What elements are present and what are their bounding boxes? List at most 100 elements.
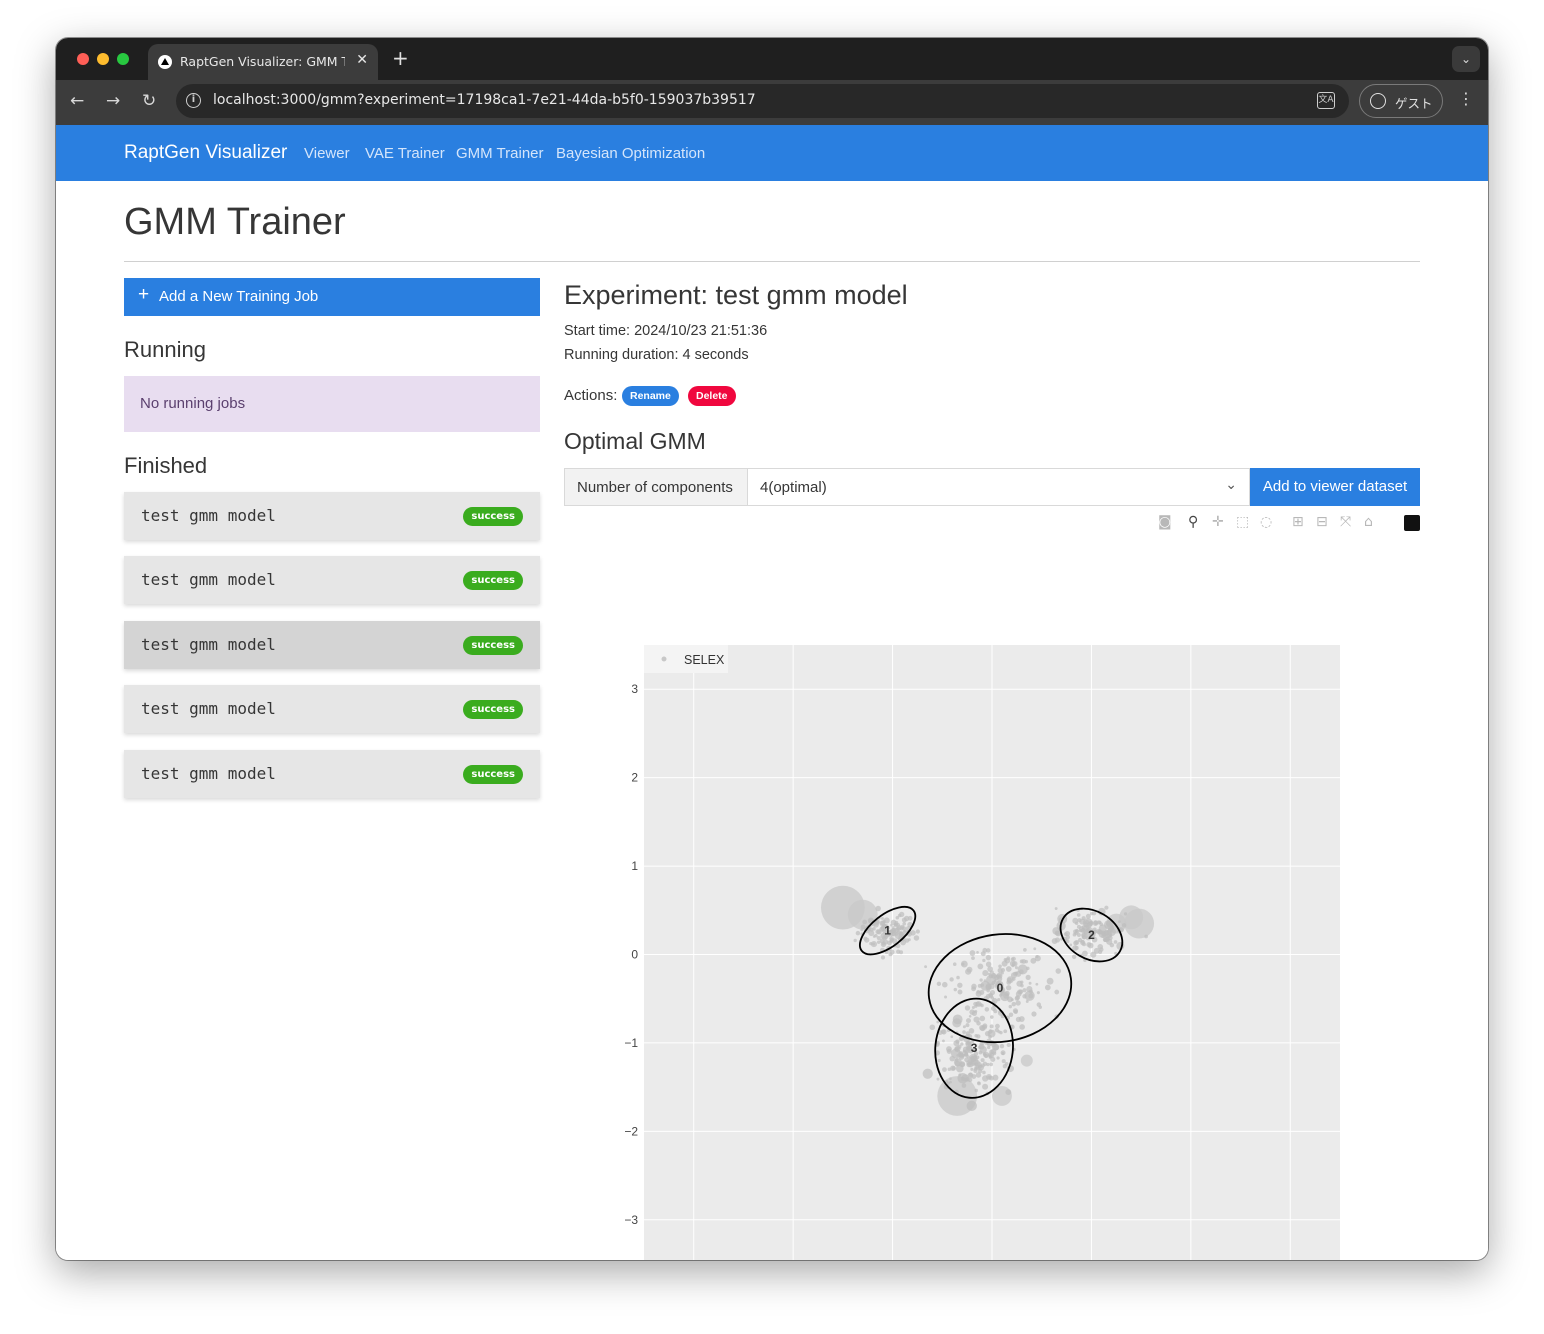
address-bar[interactable]: i localhost:3000/gmm?experiment=17198ca1… bbox=[176, 84, 1349, 118]
brand-link[interactable]: RaptGen Visualizer bbox=[124, 142, 287, 164]
data-point bbox=[1085, 913, 1091, 919]
zoom-icon[interactable]: ⚲ bbox=[1188, 514, 1198, 530]
data-point bbox=[1098, 950, 1103, 955]
data-point bbox=[1081, 950, 1088, 957]
job-item[interactable]: test gmm model success bbox=[124, 556, 540, 604]
data-point bbox=[948, 1077, 952, 1081]
no-running-jobs-notice: No running jobs bbox=[124, 376, 540, 432]
back-icon[interactable]: ← bbox=[70, 91, 84, 111]
data-point bbox=[1089, 911, 1094, 916]
legend-marker bbox=[661, 656, 667, 662]
tab-close-icon[interactable]: ✕ bbox=[356, 52, 368, 68]
data-point bbox=[961, 1083, 967, 1088]
translate-icon[interactable]: 文A bbox=[1317, 92, 1335, 109]
data-point bbox=[1031, 1011, 1037, 1017]
data-point bbox=[976, 950, 979, 954]
divider bbox=[124, 261, 1420, 262]
rename-button[interactable]: Rename bbox=[622, 386, 679, 406]
job-item[interactable]: test gmm model success bbox=[124, 750, 540, 798]
pan-icon[interactable]: ✛ bbox=[1212, 514, 1224, 530]
data-point bbox=[990, 1015, 994, 1019]
browser-toolbar: ← → ↻ i localhost:3000/gmm?experiment=17… bbox=[56, 80, 1488, 125]
data-point bbox=[974, 1033, 978, 1038]
job-name: test gmm model bbox=[141, 699, 276, 718]
autoscale-icon[interactable]: ⤧ bbox=[1340, 514, 1351, 530]
data-point bbox=[994, 1028, 999, 1033]
data-point bbox=[1046, 977, 1054, 985]
data-point bbox=[1107, 927, 1113, 933]
data-point bbox=[949, 977, 954, 982]
page-title: GMM Trainer bbox=[124, 201, 346, 243]
data-point bbox=[855, 930, 861, 936]
data-point bbox=[973, 1001, 978, 1007]
job-item[interactable]: test gmm model success bbox=[124, 492, 540, 540]
components-select[interactable]: 4(optimal) ⌄ bbox=[747, 468, 1250, 506]
data-point bbox=[899, 911, 905, 918]
data-point bbox=[1003, 1029, 1008, 1034]
data-point bbox=[1054, 930, 1060, 936]
components-label: Number of components bbox=[564, 468, 748, 506]
add-training-job-button[interactable]: + Add a New Training Job bbox=[124, 278, 540, 316]
data-point bbox=[1002, 1064, 1007, 1069]
forward-icon[interactable]: → bbox=[106, 91, 120, 111]
close-window-button[interactable] bbox=[77, 53, 89, 65]
reload-icon[interactable]: ↻ bbox=[142, 91, 156, 111]
job-item[interactable]: test gmm model success bbox=[124, 685, 540, 733]
data-point bbox=[1069, 943, 1073, 947]
new-tab-icon[interactable]: + bbox=[392, 46, 409, 70]
data-point bbox=[978, 1050, 983, 1055]
data-point bbox=[1011, 956, 1016, 961]
data-point bbox=[891, 926, 895, 930]
data-point bbox=[1019, 1024, 1025, 1030]
url-text[interactable]: localhost:3000/gmm?experiment=17198ca1-7… bbox=[213, 92, 756, 108]
minimize-window-button[interactable] bbox=[97, 53, 109, 65]
data-point bbox=[969, 1009, 975, 1015]
status-badge: success bbox=[463, 571, 523, 590]
data-point bbox=[983, 1053, 987, 1057]
tab-search-icon[interactable]: ⌄ bbox=[1452, 46, 1480, 72]
data-point bbox=[922, 1068, 933, 1079]
box-select-icon[interactable]: ⬚ bbox=[1236, 514, 1249, 530]
nav-gmm-trainer[interactable]: GMM Trainer bbox=[456, 145, 544, 162]
add-job-label: Add a New Training Job bbox=[159, 288, 319, 305]
nav-vae-trainer[interactable]: VAE Trainer bbox=[365, 145, 445, 162]
delete-button[interactable]: Delete bbox=[688, 386, 736, 406]
data-point bbox=[979, 1015, 986, 1022]
nav-viewer[interactable]: Viewer bbox=[304, 145, 350, 162]
data-point bbox=[980, 951, 986, 957]
data-point bbox=[875, 929, 881, 935]
browser-menu-icon[interactable]: ⋮ bbox=[1458, 89, 1474, 108]
data-point bbox=[1021, 959, 1027, 964]
camera-icon[interactable]: ◙ bbox=[1158, 514, 1172, 530]
data-point bbox=[980, 983, 984, 987]
add-to-viewer-button[interactable]: Add to viewer dataset bbox=[1250, 468, 1420, 506]
data-point bbox=[1005, 985, 1012, 991]
gmm-scatter-chart[interactable]: −3−2−101233210−1−2−30123SELEX bbox=[564, 545, 1420, 1260]
zoom-out-icon[interactable]: ⊟ bbox=[1316, 514, 1328, 530]
plotly-logo-icon[interactable] bbox=[1404, 515, 1420, 531]
data-point bbox=[896, 925, 902, 931]
lasso-icon[interactable]: ◌ bbox=[1260, 514, 1272, 530]
job-item-selected[interactable]: test gmm model success bbox=[124, 621, 540, 669]
site-info-icon[interactable]: i bbox=[186, 93, 201, 108]
data-point bbox=[965, 1046, 969, 1050]
start-time: Start time: 2024/10/23 21:51:36 bbox=[564, 323, 768, 339]
data-point bbox=[961, 962, 965, 966]
data-point bbox=[984, 1031, 991, 1037]
maximize-window-button[interactable] bbox=[117, 53, 129, 65]
data-point bbox=[1028, 993, 1034, 999]
data-point bbox=[1080, 927, 1086, 934]
zoom-in-icon[interactable]: ⊞ bbox=[1292, 514, 1304, 530]
reset-axes-icon[interactable]: ⌂ bbox=[1364, 514, 1373, 530]
active-tab[interactable]: RaptGen Visualizer: GMM Trainer ✕ bbox=[148, 44, 378, 80]
data-point bbox=[953, 987, 958, 992]
optimal-gmm-heading: Optimal GMM bbox=[564, 428, 706, 454]
data-point bbox=[1036, 991, 1040, 995]
profile-button[interactable]: ゲスト bbox=[1359, 84, 1443, 118]
data-point bbox=[876, 940, 881, 944]
data-point bbox=[973, 1016, 980, 1023]
data-point bbox=[947, 1067, 952, 1072]
nav-bayesian-optimization[interactable]: Bayesian Optimization bbox=[556, 145, 705, 162]
data-point bbox=[1121, 923, 1127, 928]
data-point bbox=[1072, 917, 1079, 924]
